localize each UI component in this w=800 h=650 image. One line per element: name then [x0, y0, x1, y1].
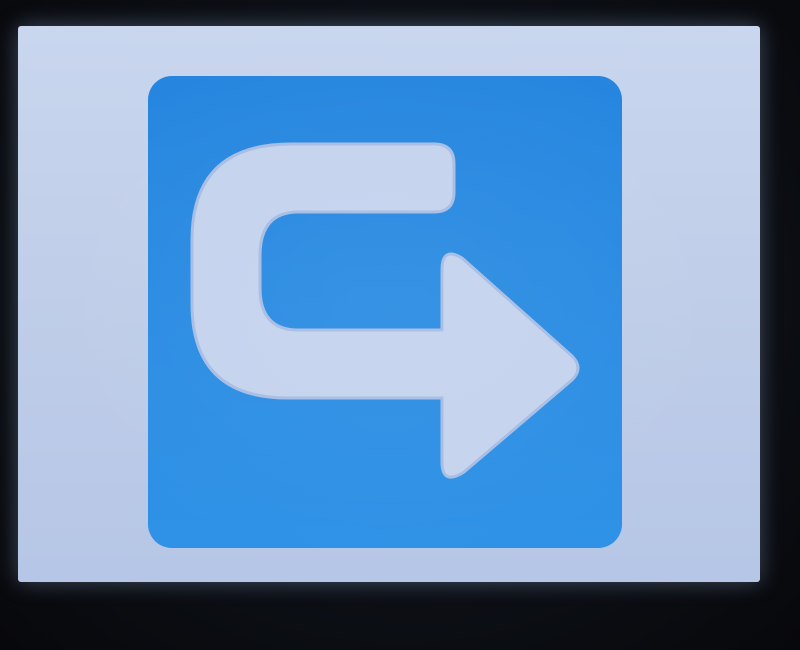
redirect-arrow-svg [148, 76, 622, 548]
redirect-arrow-icon[interactable] [148, 76, 622, 548]
device-bezel [0, 0, 800, 650]
display-screen [18, 26, 760, 582]
